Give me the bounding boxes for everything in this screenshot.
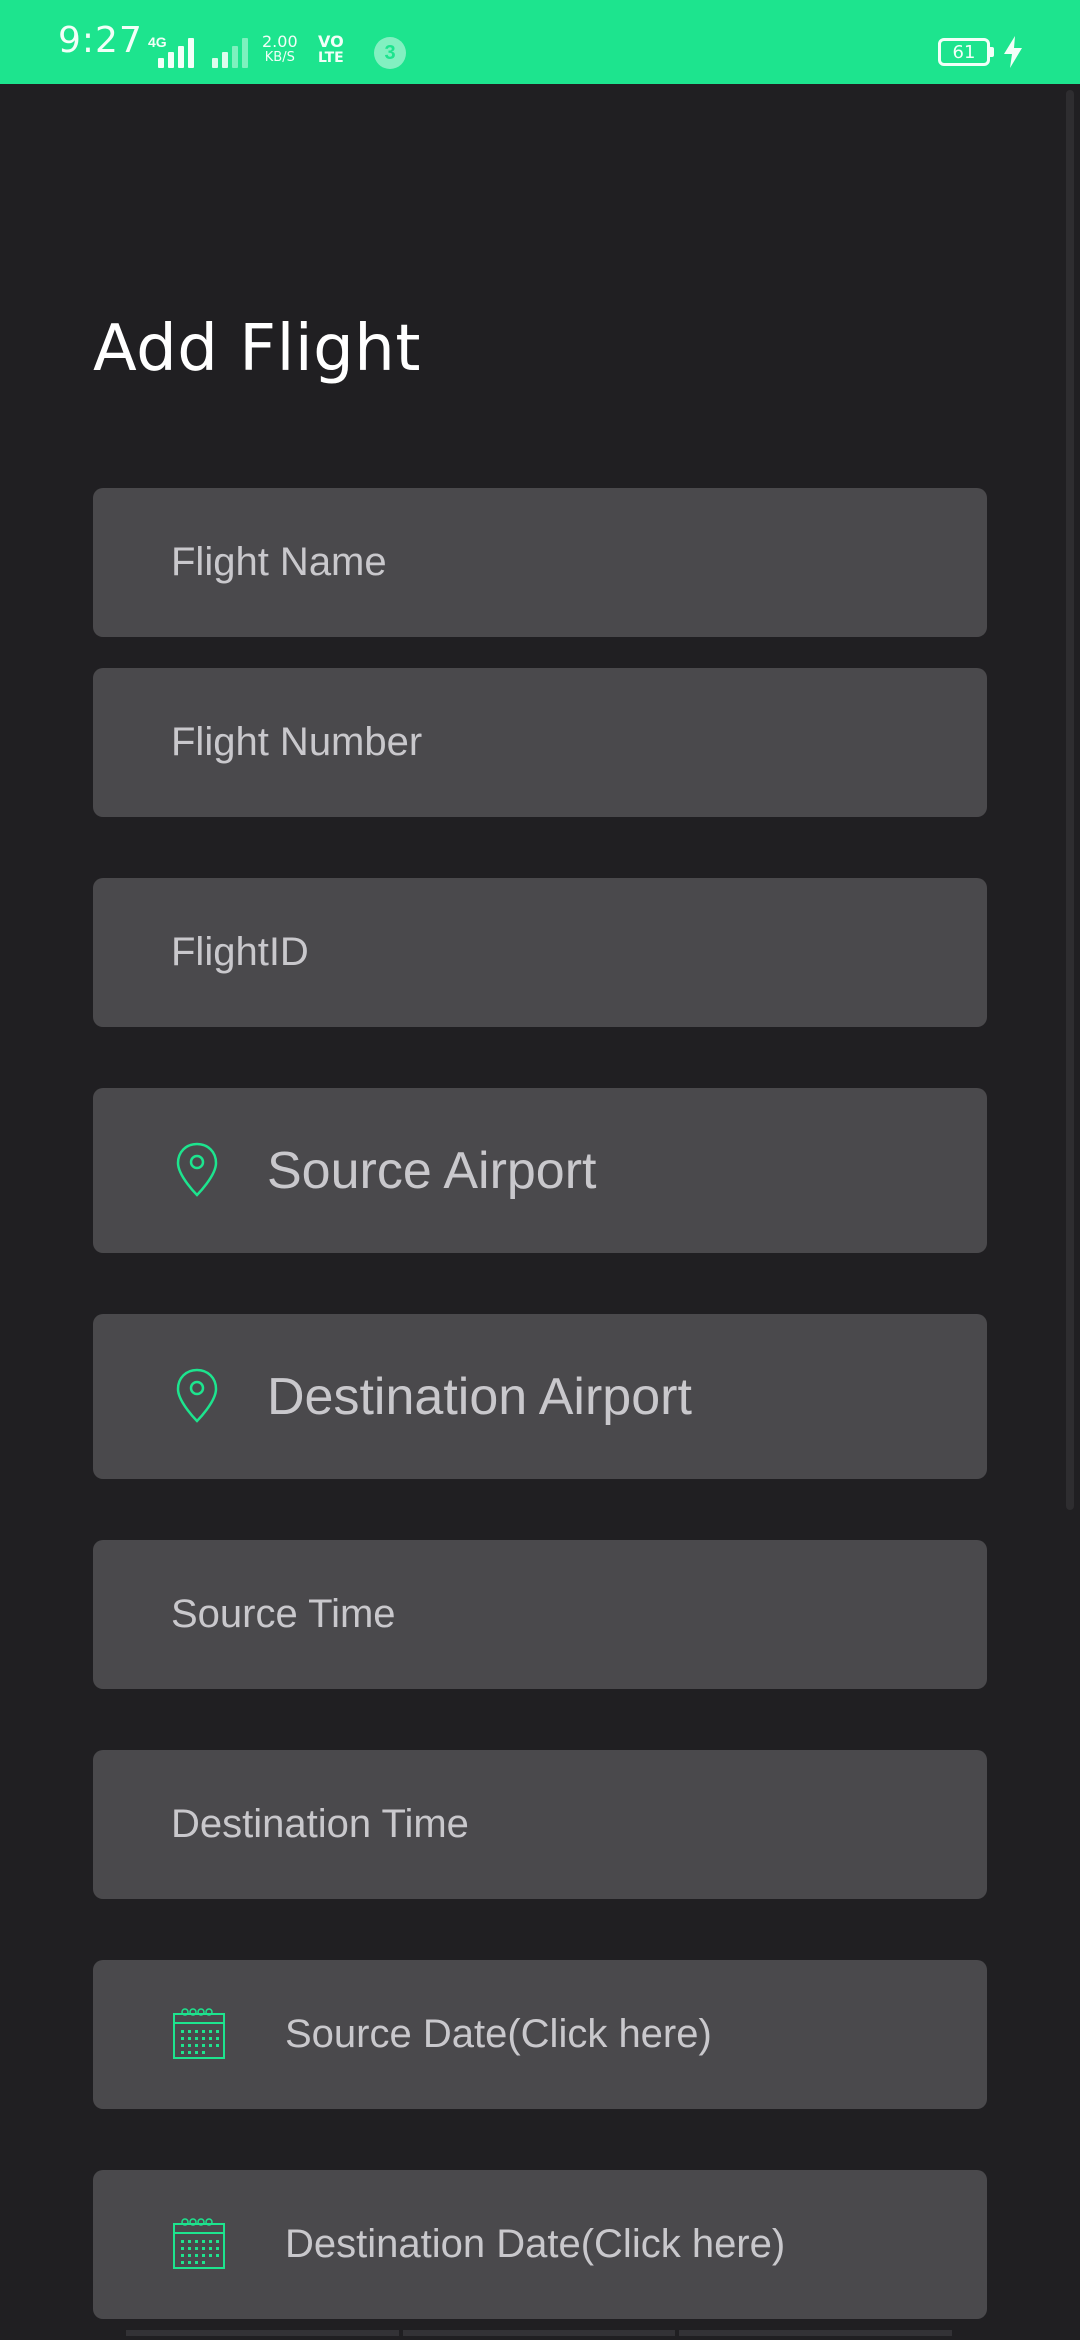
status-time: 9:27: [58, 20, 143, 61]
battery-icon: 61: [938, 38, 994, 66]
destination-date-button[interactable]: Destination Date(Click here): [93, 2170, 987, 2319]
flight-name-placeholder: Flight Name: [171, 540, 387, 584]
page-title: Add Flight: [93, 312, 421, 386]
destination-airport-placeholder: Destination Airport: [267, 1367, 692, 1426]
network-speed-unit: KB/S: [264, 50, 295, 65]
network-speed: 2.00 KB/S: [262, 34, 298, 66]
destination-time-input[interactable]: Destination Time: [93, 1750, 987, 1899]
volte-indicator: VO LTE: [318, 32, 344, 67]
source-time-placeholder: Source Time: [171, 1592, 396, 1636]
calendar-icon: [171, 2216, 227, 2272]
divider: [402, 2330, 676, 2336]
source-airport-placeholder: Source Airport: [267, 1141, 597, 1200]
flight-id-input[interactable]: FlightID: [93, 878, 987, 1027]
lte-label: LTE: [318, 50, 344, 66]
source-date-button[interactable]: Source Date(Click here): [93, 1960, 987, 2109]
signal-strength-secondary-icon: [212, 32, 248, 68]
destination-time-placeholder: Destination Time: [171, 1802, 469, 1846]
divider: [679, 2330, 953, 2336]
source-airport-input[interactable]: Source Airport: [93, 1088, 987, 1253]
signal-strength-icon: [158, 32, 194, 68]
network-speed-value: 2.00: [262, 32, 298, 51]
location-pin-icon: [175, 1368, 219, 1424]
scrollbar[interactable]: [1066, 90, 1074, 1510]
flight-id-placeholder: FlightID: [171, 930, 309, 974]
charging-icon: [1004, 36, 1022, 68]
battery-level: 61: [952, 41, 976, 63]
source-date-label: Source Date(Click here): [285, 2012, 712, 2056]
flight-name-input[interactable]: Flight Name: [93, 488, 987, 637]
volte-label: VO: [318, 32, 344, 51]
location-pin-icon: [175, 1142, 219, 1198]
flight-number-input[interactable]: Flight Number: [93, 668, 987, 817]
notification-count-badge: 3: [374, 37, 406, 69]
calendar-icon: [171, 2006, 227, 2062]
divider: [126, 2330, 399, 2336]
flight-number-placeholder: Flight Number: [171, 720, 423, 764]
destination-date-label: Destination Date(Click here): [285, 2222, 786, 2266]
status-bar: 9:27 4G 2.00 KB/S VO LTE 3 61: [0, 0, 1080, 84]
next-section-edge: [126, 2330, 953, 2340]
destination-airport-input[interactable]: Destination Airport: [93, 1314, 987, 1479]
source-time-input[interactable]: Source Time: [93, 1540, 987, 1689]
